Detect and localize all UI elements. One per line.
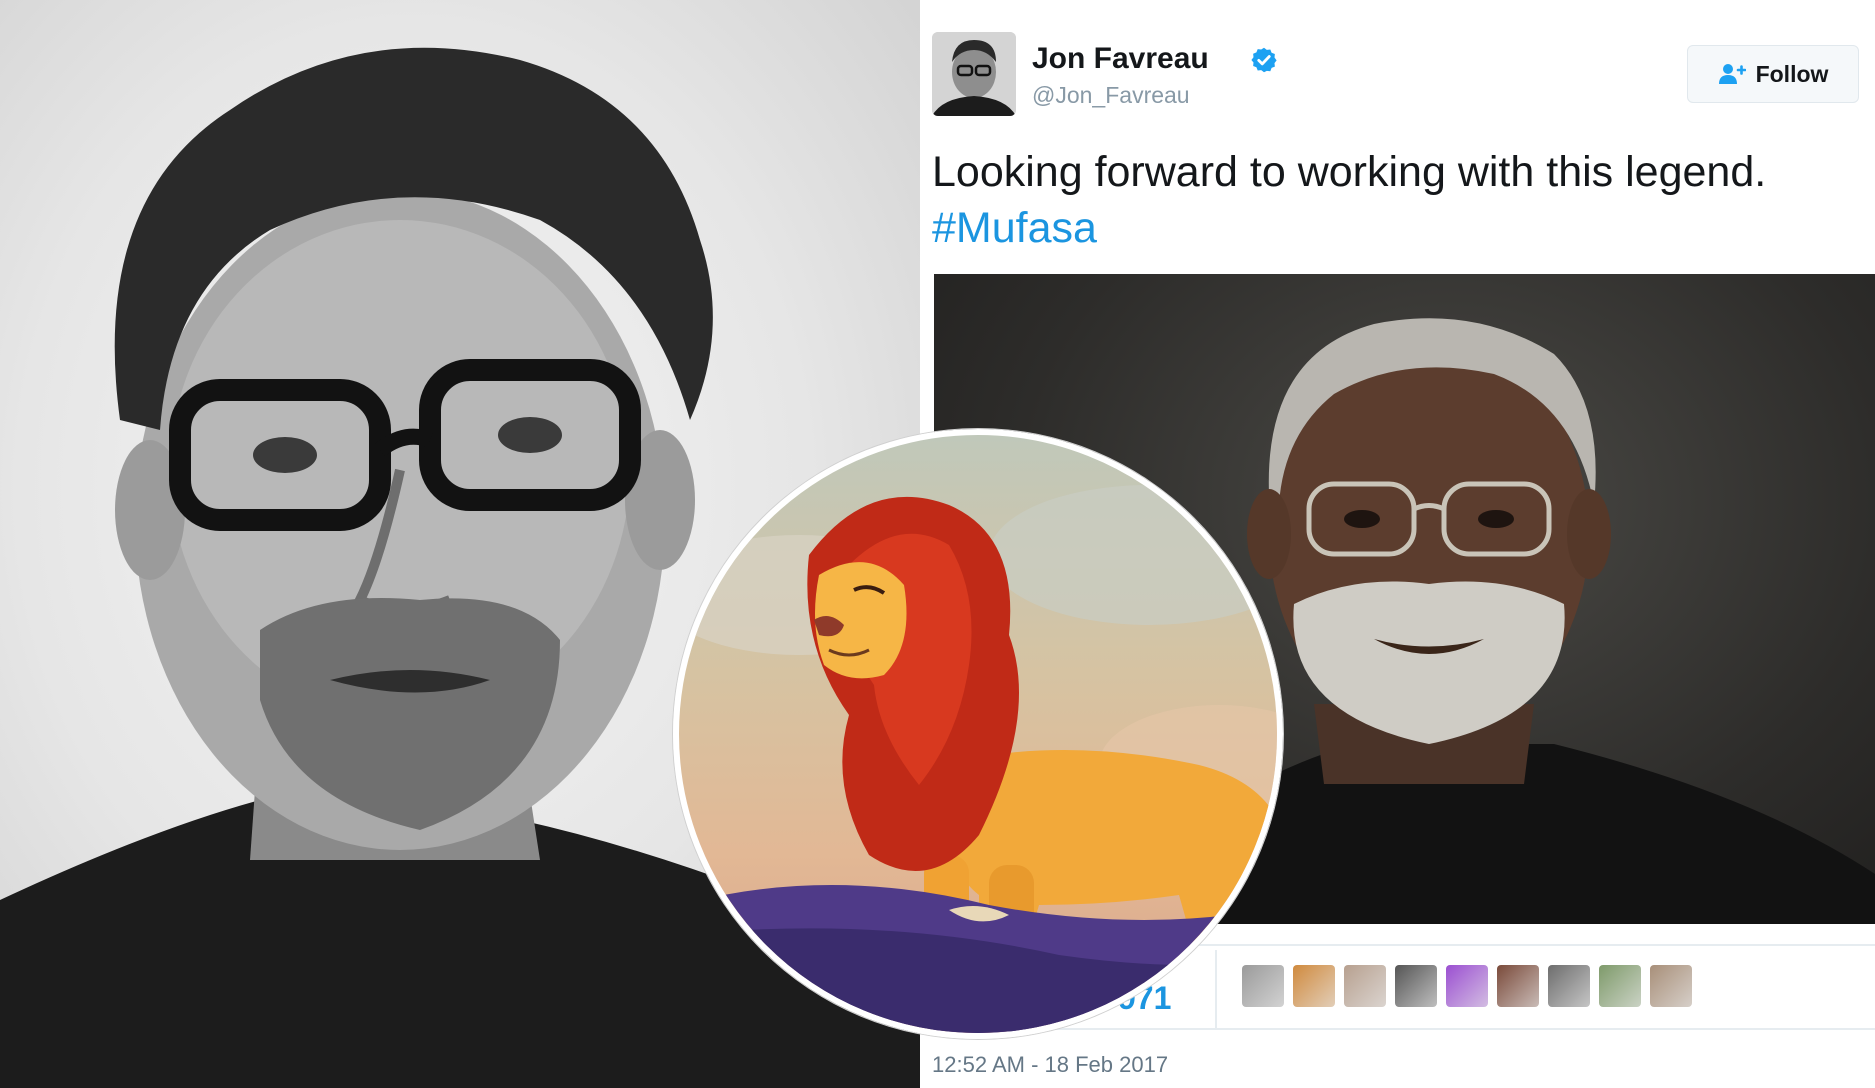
stats-separator xyxy=(1215,950,1217,1030)
avatar-image xyxy=(932,32,1016,116)
liker-avatar[interactable] xyxy=(1650,965,1692,1007)
profile-avatar[interactable] xyxy=(932,32,1016,116)
tweet-text: Looking forward to working with this leg… xyxy=(932,144,1862,256)
liker-avatar[interactable] xyxy=(1242,965,1284,1007)
tweet-body: Looking forward to working with this leg… xyxy=(932,148,1767,196)
add-person-icon xyxy=(1718,64,1746,84)
liker-avatar[interactable] xyxy=(1446,965,1488,1007)
lion-circle-image xyxy=(673,429,1283,1039)
follow-label: Follow xyxy=(1755,60,1829,87)
user-handle[interactable]: @Jon_Favreau xyxy=(1032,82,1190,109)
hashtag-link[interactable]: #Mufasa xyxy=(932,200,1862,256)
liker-avatar[interactable] xyxy=(1293,965,1335,1007)
liker-avatar[interactable] xyxy=(1395,965,1437,1007)
liker-avatar[interactable] xyxy=(1599,965,1641,1007)
tweet-footer-divider xyxy=(934,1028,1875,1030)
liker-avatar[interactable] xyxy=(1497,965,1539,1007)
liker-avatar[interactable] xyxy=(1548,965,1590,1007)
lion-illustration xyxy=(679,485,1277,1033)
display-name[interactable]: Jon Favreau xyxy=(1032,42,1209,76)
follow-button[interactable]: Follow xyxy=(1687,45,1859,103)
liker-avatars xyxy=(1242,965,1692,1007)
verified-badge-icon xyxy=(1251,47,1277,73)
liker-avatar[interactable] xyxy=(1344,965,1386,1007)
tweet-timestamp[interactable]: 12:52 AM - 18 Feb 2017 xyxy=(932,1052,1168,1078)
